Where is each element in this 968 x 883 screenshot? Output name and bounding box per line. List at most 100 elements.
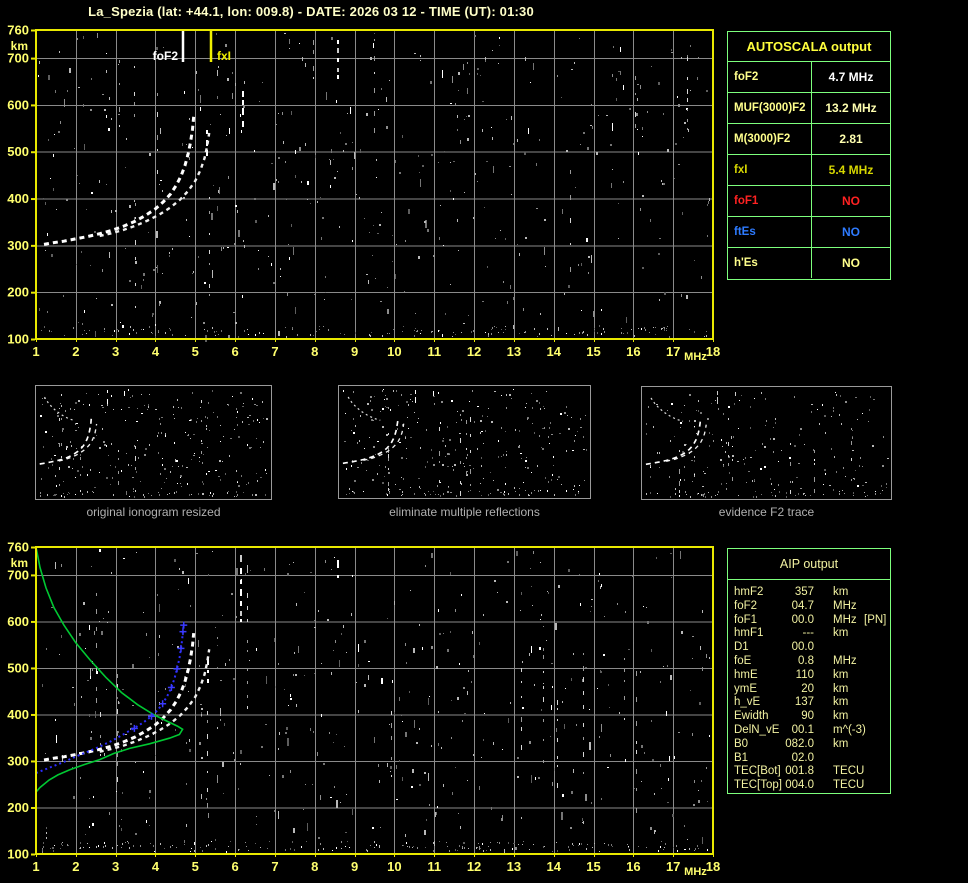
aip-row-hmf1: hmF1 --- km (728, 627, 890, 641)
aip-row-fof1: foF1 00.0 MHz [PN] (728, 614, 890, 628)
aip-row-yme: ymE 20 km (728, 683, 890, 697)
x-tick-label: 16 (626, 859, 640, 874)
aip-row-fof2: foF2 04.7 MHz (728, 600, 890, 614)
x-tick-label: 8 (311, 859, 318, 874)
electron-density-profile (35, 546, 184, 793)
aip-row-hme: hmE 110 km (728, 669, 890, 683)
y-tick-label: 400 (7, 707, 29, 722)
y-tick-label: 600 (7, 614, 29, 629)
thumbnail-caption-eliminate: eliminate multiple reflections (389, 505, 540, 519)
x-tick-label: 9 (351, 344, 358, 359)
aip-param-unit: km (833, 668, 849, 681)
aip-param-value: 082.0 (785, 737, 814, 750)
chart-layers: 760700600500400300200100km1 2 3 4 5 6 7 8 9 10 11 1… (7, 23, 720, 364)
aip-param-value: 004.0 (785, 779, 814, 792)
aip-param-label: D1 (734, 641, 749, 654)
aip-param-value: 00.0 (791, 613, 814, 626)
aip-output-panel: AIP output hmF2 357 km foF2 04.7 MHz foF1 00.0 M… (727, 548, 891, 794)
aip-param-label: hmE (734, 668, 758, 681)
aip-row-hmf2: hmF2 357 km (728, 586, 890, 600)
x-axis-unit: MHz (684, 866, 707, 878)
f2-trace-x-mode (58, 423, 98, 462)
f2-trace-o-mode (39, 418, 93, 465)
aip-param-unit: TECU (833, 779, 865, 792)
aip-param-label: foF2 (734, 599, 758, 612)
aip-param-label: ymE (734, 682, 757, 695)
x-tick-label: 18 (706, 859, 720, 874)
echo-streaks (207, 555, 339, 683)
aip-param-value: 04.7 (791, 599, 814, 612)
autoscala-param-label: M(3000)F2 (728, 124, 812, 154)
marker-label-fxI: fxI (217, 49, 231, 63)
page-title: La_Spezia (lat: +44.1, lon: 009.8) - DAT… (88, 4, 534, 19)
profile-ionogram-chart: 760700600500400300200100km1 2 3 4 5 6 7 8 9 10 11 1… (7, 540, 720, 879)
aip-param-value: 0.8 (798, 654, 814, 667)
aip-param-value: --- (802, 627, 815, 640)
thumbnail-caption-evidence: evidence F2 trace (718, 505, 815, 519)
autoscala-param-label: foF2 (728, 62, 812, 92)
x-tick-label: 18 (706, 344, 720, 359)
x-tick-label: 16 (626, 344, 640, 359)
x-tick-label: 11 (427, 344, 441, 359)
thumbnail-eliminate-reflections (338, 385, 591, 499)
y-tick-label: 500 (7, 660, 29, 675)
aip-row-hve: h_vE 137 km (728, 696, 890, 710)
x-axis-unit: MHz (684, 351, 707, 363)
autoscala-param-value: NO (842, 194, 860, 208)
x-tick-label: 3 (112, 344, 119, 359)
aip-row-tecbot: TEC[Bot] 001.8 TECU (728, 765, 890, 779)
chart-layers (342, 389, 587, 497)
aip-param-value: 110 (795, 668, 814, 681)
aip-rows: hmF2 357 km foF2 04.7 MHz foF1 00.0 MHz [PN] hmF1-… (728, 580, 890, 793)
aip-panel-title: AIP output (728, 549, 890, 580)
restored-o-trace (35, 624, 185, 775)
autoscala-rows: foF2 4.7 MHz MUF(3000)F2 13.2 MHz M(3000)F2 2… (728, 62, 890, 278)
aip-param-label: B1 (734, 751, 749, 764)
autoscala-param-value: 13.2 MHz (825, 101, 877, 115)
x-tick-label: 2 (72, 344, 79, 359)
aip-param-unit: MHz (833, 599, 857, 612)
x-tick-label: 2 (72, 859, 79, 874)
autoscala-param-value: NO (842, 225, 860, 239)
aip-row-delnve: DelN_vE 00.1 m^(-3) (728, 724, 890, 738)
x-tick-label: 1 (32, 344, 39, 359)
x-tick-label: 14 (546, 344, 561, 359)
aip-param-value: 00.0 (791, 641, 814, 654)
aip-param-unit: km (833, 586, 849, 598)
x-tick-label: 13 (507, 344, 521, 359)
chart-layers: 760700600500400300200100km1 2 3 4 5 6 7 8 9 10 11 1… (7, 540, 720, 879)
autoscala-param-label: h'Es (728, 248, 812, 278)
autoscala-panel-title: AUTOSCALA output (728, 32, 890, 62)
chart-layers (645, 391, 889, 498)
autoscala-row-ftes: ftEs NO (728, 217, 890, 248)
aip-param-value: 137 (794, 696, 814, 709)
marker-label-foF2: foF2 (153, 49, 179, 63)
autoscala-row-fxi: fxI 5.4 MHz (728, 155, 890, 186)
x-tick-label: 12 (467, 344, 481, 359)
aip-param-unit: MHz (833, 654, 857, 667)
aip-param-unit: m^(-3) (833, 723, 866, 736)
second-hop-arc (650, 397, 684, 422)
thumbnail-original-ionogram (35, 385, 272, 500)
aip-param-unit: TECU (833, 765, 865, 778)
f2-trace-o-mode (43, 632, 196, 762)
thumbnail-eliminate-reflections-image (342, 389, 587, 497)
autoscala-row-fof2: foF2 4.7 MHz (728, 62, 890, 93)
aip-param-unit: km (833, 710, 849, 723)
aip-param-value: 02.0 (791, 751, 814, 764)
x-tick-label: 12 (467, 859, 481, 874)
x-tick-label: 1 (32, 859, 39, 874)
echo-streaks (415, 390, 434, 403)
aip-row-ewidth: Ewidth 90 km (728, 710, 890, 724)
axis-labels: 760700600500400300200100km1 2 3 4 5 6 7 8 9 10 11 1… (7, 23, 720, 364)
y-axis-unit: km (11, 556, 28, 570)
autoscala-row-hes: h'Es NO (728, 248, 890, 278)
noise-speckle (40, 389, 268, 498)
y-tick-label: 600 (7, 97, 29, 112)
y-tick-label: 300 (7, 753, 29, 768)
x-tick-label: 10 (387, 859, 401, 874)
f2-trace-x-mode (666, 424, 707, 462)
x-tick-label: 17 (666, 344, 680, 359)
main-ionogram-chart: 760700600500400300200100km1 2 3 4 5 6 7 8 9 10 11 1… (7, 23, 720, 364)
aip-param-value: 90 (801, 710, 814, 723)
